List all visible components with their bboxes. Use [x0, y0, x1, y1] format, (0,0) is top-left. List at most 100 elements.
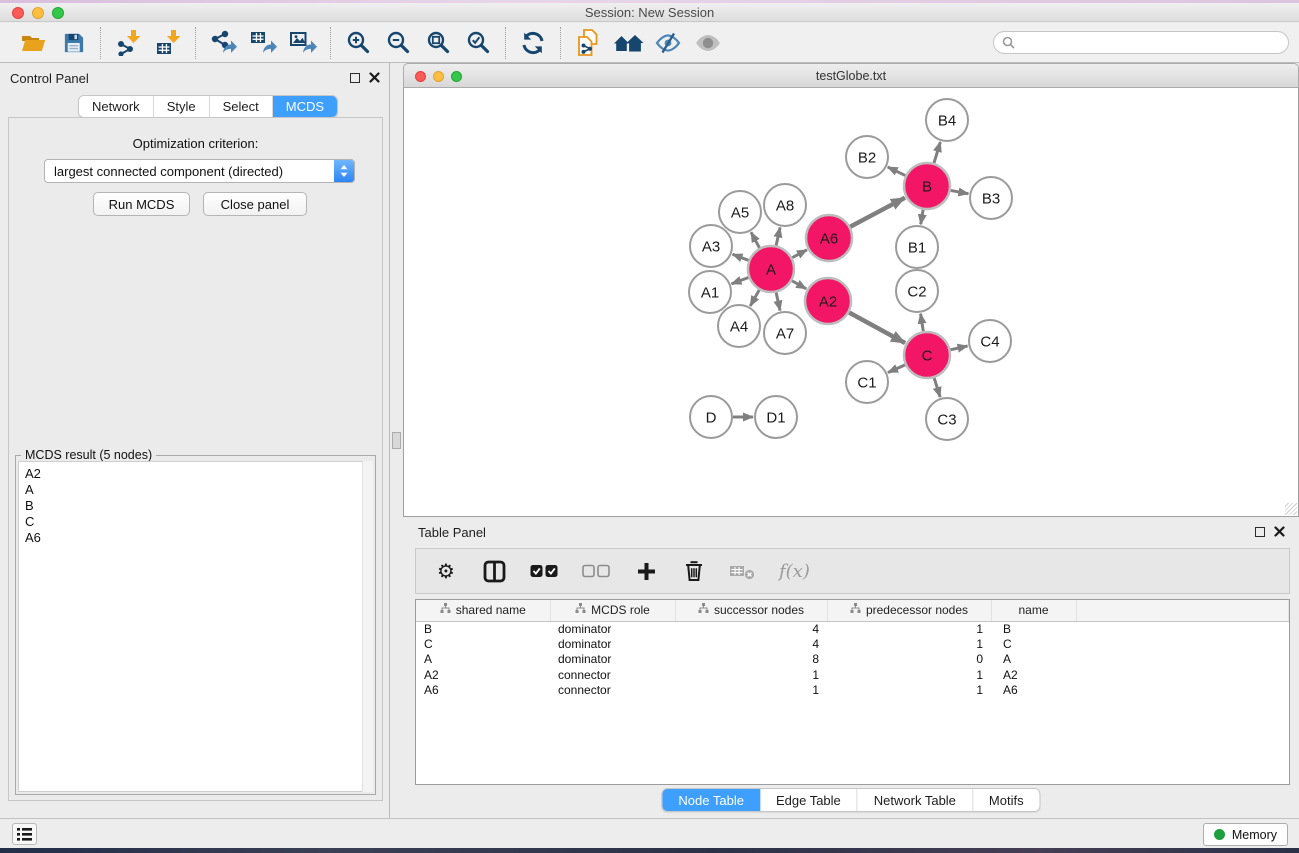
network-minimize-icon[interactable]	[433, 71, 444, 82]
tab-network-table[interactable]: Network Table	[858, 789, 973, 811]
table-cell[interactable]: connector	[550, 683, 675, 699]
column-header-shared-name[interactable]: shared name	[416, 600, 550, 621]
task-history-button[interactable]	[12, 823, 37, 845]
memory-button[interactable]: Memory	[1203, 823, 1288, 846]
minimize-window-icon[interactable]	[32, 7, 44, 19]
resize-grip[interactable]	[1285, 503, 1297, 515]
refresh-icon[interactable]	[517, 27, 549, 59]
tab-style[interactable]: Style	[154, 96, 210, 117]
table-cell[interactable]: dominator	[550, 637, 675, 653]
delete-row-icon[interactable]	[682, 560, 706, 582]
home-icon[interactable]	[612, 27, 644, 59]
table-cell[interactable]: dominator	[550, 652, 675, 668]
table-cell[interactable]: 8	[675, 652, 827, 668]
table-cell[interactable]: 1	[827, 668, 991, 684]
import-table-icon[interactable]	[152, 27, 184, 59]
export-image-icon[interactable]	[287, 27, 319, 59]
edge-C-C1[interactable]	[888, 365, 905, 373]
deselect-all-checkboxes-icon[interactable]	[582, 564, 610, 578]
close-panel-button[interactable]: Close panel	[203, 192, 307, 216]
search-field[interactable]	[993, 31, 1289, 54]
edge-A-A5[interactable]	[751, 232, 760, 248]
table-row[interactable]: Cdominator41C	[416, 637, 1289, 653]
float-panel-icon[interactable]	[350, 73, 360, 83]
run-mcds-button[interactable]: Run MCDS	[93, 192, 190, 216]
tab-mcds[interactable]: MCDS	[273, 96, 337, 117]
result-list-item[interactable]: A2	[25, 466, 372, 482]
zoom-window-icon[interactable]	[52, 7, 64, 19]
settings-icon[interactable]: ⚙	[434, 561, 458, 581]
network-close-icon[interactable]	[415, 71, 426, 82]
table-cell[interactable]: 4	[675, 637, 827, 653]
network-zoom-icon[interactable]	[451, 71, 462, 82]
edge-A-A7[interactable]	[776, 292, 780, 310]
float-table-panel-icon[interactable]	[1255, 527, 1265, 537]
table-cell[interactable]: 1	[827, 637, 991, 653]
edge-B-B4[interactable]	[934, 142, 940, 163]
zoom-in-icon[interactable]	[342, 27, 374, 59]
search-input[interactable]	[1020, 34, 1288, 52]
new-network-from-selection-icon[interactable]	[572, 27, 604, 59]
table-cell[interactable]: A6	[991, 683, 1076, 699]
table-row[interactable]: A2connector11A2	[416, 668, 1289, 684]
edge-B-B2[interactable]	[888, 167, 906, 176]
column-header-name[interactable]: name	[991, 600, 1076, 621]
result-scrollbar[interactable]	[362, 461, 373, 792]
zoom-out-icon[interactable]	[382, 27, 414, 59]
edge-A-A6[interactable]	[792, 250, 807, 258]
close-table-panel-icon[interactable]	[1274, 526, 1285, 537]
table-cell[interactable]: connector	[550, 668, 675, 684]
table-row[interactable]: Bdominator41B	[416, 621, 1289, 637]
close-window-icon[interactable]	[12, 7, 24, 19]
network-window-titlebar[interactable]: testGlobe.txt	[403, 63, 1299, 88]
criterion-select[interactable]: largest connected component (directed)	[44, 159, 355, 183]
table-row[interactable]: Adominator80A	[416, 652, 1289, 668]
table-cell[interactable]: A2	[416, 668, 550, 684]
network-canvas[interactable]: B4B2BB3A8A5A6A3B1AC2A1A2A4A7C4CC1DD1C3	[403, 88, 1299, 517]
table-cell[interactable]: 1	[827, 683, 991, 699]
result-list-item[interactable]: A6	[25, 530, 372, 546]
edge-A-A8[interactable]	[776, 227, 780, 245]
table-cell[interactable]: 0	[827, 652, 991, 668]
table-cell[interactable]: dominator	[550, 621, 675, 637]
toggle-graphics-details-icon[interactable]	[652, 27, 684, 59]
zoom-fit-icon[interactable]	[422, 27, 454, 59]
edge-A-A2[interactable]	[792, 281, 806, 289]
close-panel-icon[interactable]	[369, 72, 380, 83]
result-list-item[interactable]: A	[25, 482, 372, 498]
edge-C-C4[interactable]	[950, 346, 967, 350]
table-row[interactable]: A6connector11A6	[416, 683, 1289, 699]
tab-edge-table[interactable]: Edge Table	[760, 789, 858, 811]
table-cell[interactable]: 4	[675, 621, 827, 637]
function-builder-icon[interactable]: f(x)	[779, 561, 810, 582]
table-cell[interactable]: B	[416, 621, 550, 637]
edge-A-A1[interactable]	[732, 277, 749, 283]
edge-C-C3[interactable]	[934, 378, 940, 397]
result-list-item[interactable]: B	[25, 498, 372, 514]
table-cell[interactable]: A	[416, 652, 550, 668]
table-cell[interactable]: 1	[675, 668, 827, 684]
column-header-MCDS-role[interactable]: MCDS role	[550, 600, 675, 621]
table-cell[interactable]: A6	[416, 683, 550, 699]
export-table-icon[interactable]	[247, 27, 279, 59]
edge-A2-C[interactable]	[849, 312, 905, 343]
tab-select[interactable]: Select	[210, 96, 273, 117]
add-row-icon[interactable]	[634, 562, 658, 581]
edge-A-A3[interactable]	[732, 254, 748, 260]
import-network-icon[interactable]	[112, 27, 144, 59]
select-all-checkboxes-icon[interactable]	[530, 564, 558, 578]
table-cell[interactable]: C	[991, 637, 1076, 653]
show-hide-panel-icon[interactable]	[692, 27, 724, 59]
tab-network[interactable]: Network	[79, 96, 154, 117]
open-file-icon[interactable]	[17, 27, 49, 59]
delete-table-icon[interactable]	[730, 563, 755, 580]
zoom-selected-icon[interactable]	[462, 27, 494, 59]
table-cell[interactable]: A2	[991, 668, 1076, 684]
edge-C-C2[interactable]	[921, 314, 924, 332]
vertical-splitter-handle[interactable]	[392, 432, 401, 449]
table-cell[interactable]: A	[991, 652, 1076, 668]
table-cell[interactable]: B	[991, 621, 1076, 637]
export-network-icon[interactable]	[207, 27, 239, 59]
table-cell[interactable]: 1	[827, 621, 991, 637]
column-header-predecessor-nodes[interactable]: predecessor nodes	[827, 600, 991, 621]
